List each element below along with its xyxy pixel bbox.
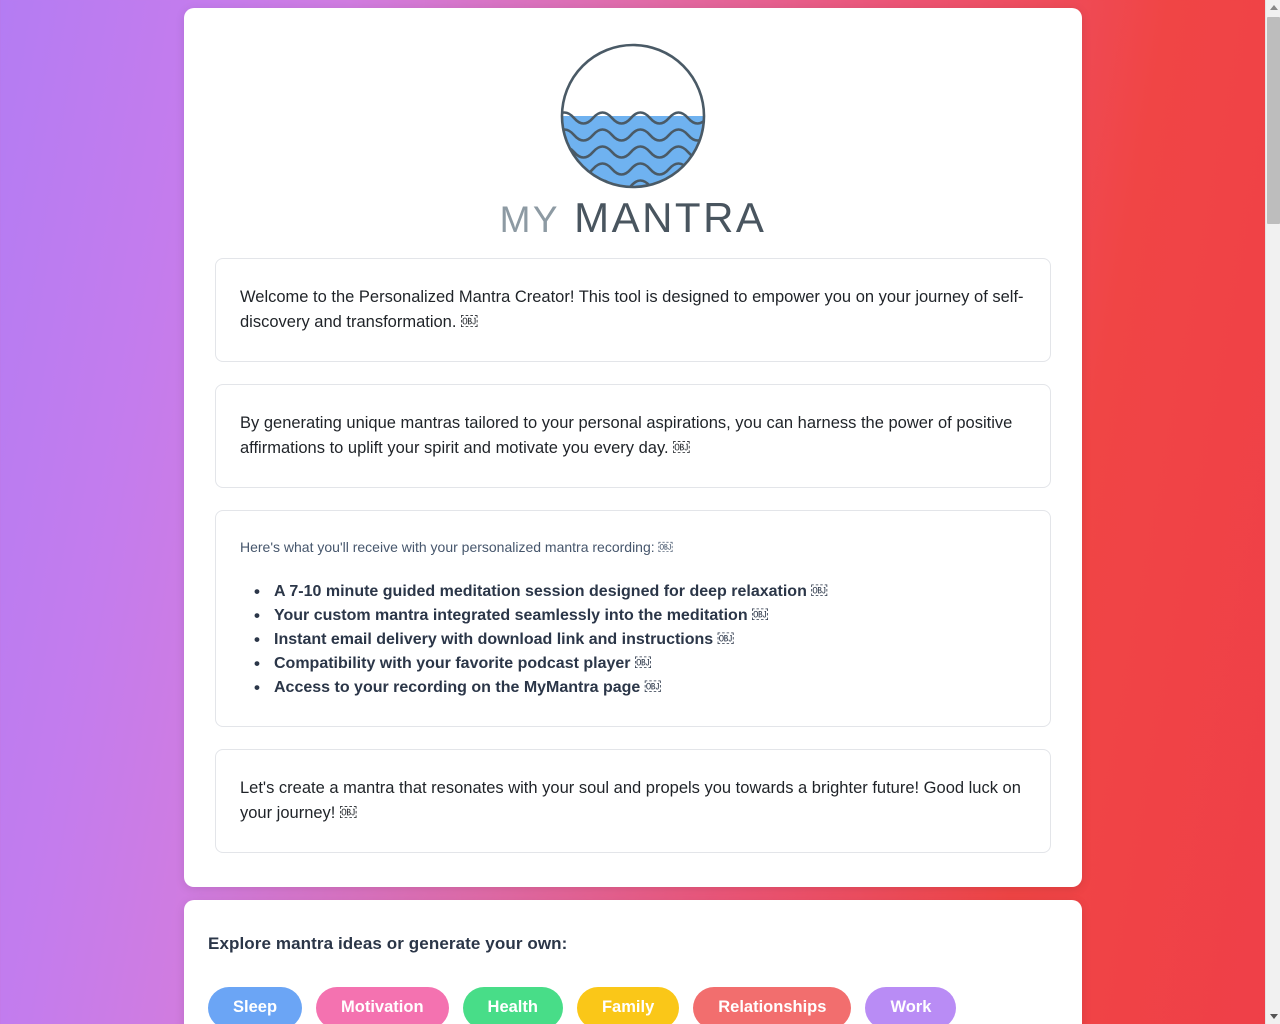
wave-circle-logo-icon [560,43,706,189]
benefits-list: A 7-10 minute guided meditation session … [240,579,1026,701]
tag-button-relationships[interactable]: Relationships [693,987,852,1024]
benefits-textbox: Here's what you'll receive with your per… [215,510,1051,728]
benefits-intro-text: Here's what you'll receive with your per… [240,539,673,556]
closing-paragraph: Let's create a mantra that resonates wit… [240,779,1021,823]
logo-word-mantra: MANTRA [574,194,767,241]
welcome-textbox: Welcome to the Personalized Mantra Creat… [215,258,1051,363]
value-proposition-textbox: By generating unique mantras tailored to… [215,384,1051,489]
tag-button-work[interactable]: Work [865,987,957,1024]
chevron-up-icon [1269,5,1278,10]
list-item: Instant email delivery with download lin… [250,627,1026,653]
mantra-tag-list: Sleep Motivation Health Family Relations… [208,987,1058,1024]
scrollbar-thumb[interactable] [1267,17,1280,224]
value-proposition-paragraph: By generating unique mantras tailored to… [240,414,1013,458]
list-item: Compatibility with your favorite podcast… [250,651,1026,677]
chevron-down-icon [1269,1014,1278,1019]
scrollbar-up-button[interactable] [1266,0,1280,15]
logo-word-my: MY [499,199,561,240]
tag-button-family[interactable]: Family [576,987,680,1024]
tag-button-sleep[interactable]: Sleep [208,987,303,1024]
logo-wordmark: MY MANTRA [500,194,767,242]
tag-button-motivation[interactable]: Motivation [316,987,449,1024]
vertical-scrollbar[interactable] [1265,0,1280,1024]
list-item: Your custom mantra integrated seamlessly… [250,603,1026,629]
closing-textbox: Let's create a mantra that resonates wit… [215,749,1051,854]
explore-heading: Explore mantra ideas or generate your ow… [208,934,568,954]
scrollbar-down-button[interactable] [1266,1009,1280,1024]
list-item: A 7-10 minute guided meditation session … [250,579,1026,605]
main-content-card: MY MANTRA Welcome to the Personalized Ma… [184,8,1082,888]
page-container: MY MANTRA Welcome to the Personalized Ma… [184,8,1082,1024]
explore-mantra-card: Explore mantra ideas or generate your ow… [184,900,1082,1024]
welcome-paragraph: Welcome to the Personalized Mantra Creat… [240,288,1024,332]
brand-logo: MY MANTRA [199,34,1067,258]
list-item: Access to your recording on the MyMantra… [250,675,1026,701]
tag-button-health[interactable]: Health [462,987,563,1024]
